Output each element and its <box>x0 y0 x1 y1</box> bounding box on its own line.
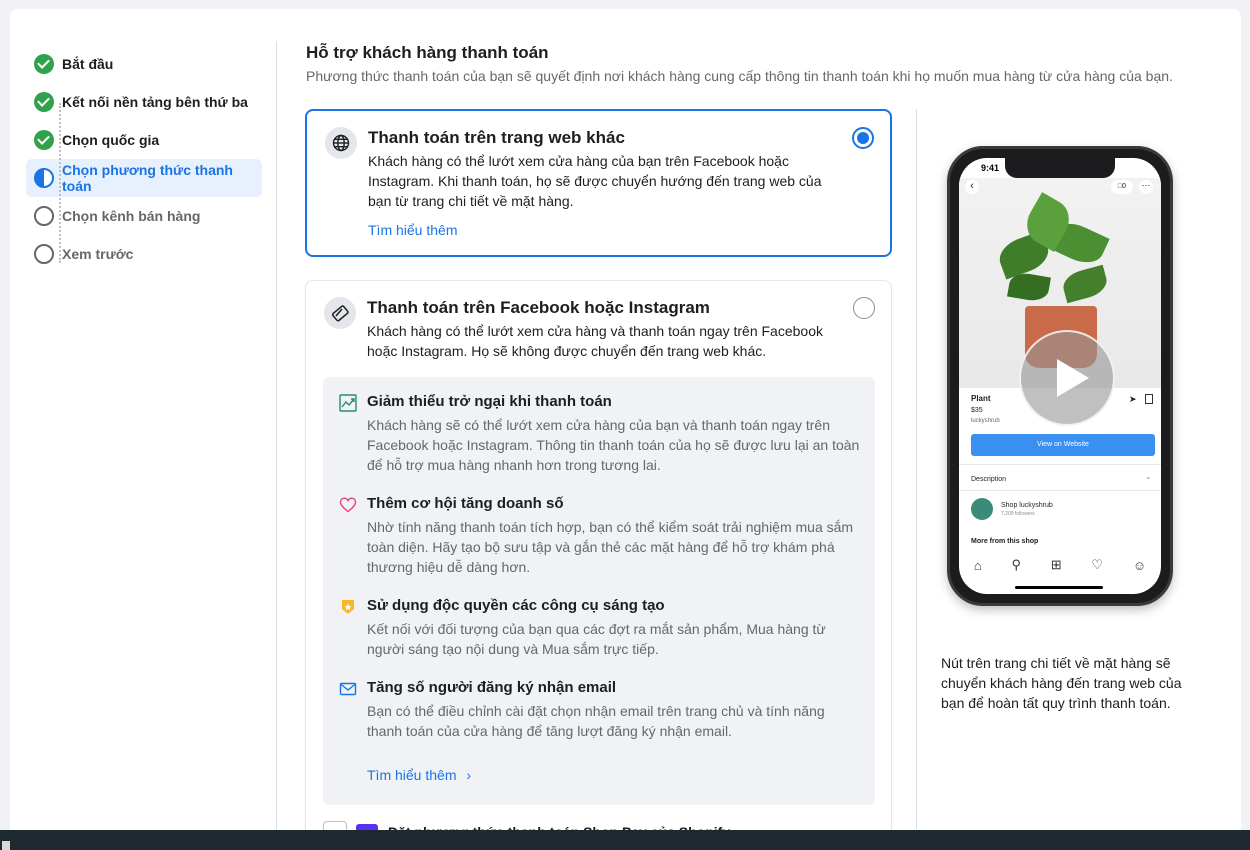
radio-unselected[interactable] <box>853 297 875 319</box>
option-title: Thanh toán trên Facebook hoặc Instagram <box>367 298 710 317</box>
shop-name: Shop luckyshrub <box>1001 502 1053 509</box>
benefit-description: Nhờ tính năng thanh toán tích hợp, bạn c… <box>367 519 854 575</box>
benefit-title: Giảm thiểu trở ngại khi thanh toán <box>367 393 612 410</box>
benefit-title: Tăng số người đăng ký nhận email <box>367 679 617 696</box>
home-icon: ⌂ <box>973 557 982 573</box>
heart-icon: ♡ <box>1091 557 1104 572</box>
check-circle-icon <box>34 130 54 150</box>
product-name: Plant <box>971 394 991 403</box>
setup-card: Bắt đầu Kết nối nền tảng bên thứ ba Chọn… <box>10 9 1241 850</box>
learn-more-label: Tìm hiểu thêm <box>367 767 457 783</box>
step-choose-sales-channel[interactable]: Chọn kênh bán hàng <box>26 197 262 235</box>
step-choose-country[interactable]: Chọn quốc gia <box>26 121 262 159</box>
preview-divider <box>916 109 917 829</box>
play-icon[interactable] <box>1019 330 1115 426</box>
step-preview[interactable]: Xem trước <box>26 235 262 273</box>
option-description: Khách hàng có thể lướt xem cửa hàng của … <box>368 153 822 209</box>
chevron-right-icon: › <box>466 767 472 783</box>
view-on-website-button[interactable]: View on Website <box>971 434 1155 456</box>
radio-selected[interactable] <box>852 127 874 149</box>
empty-circle-icon <box>34 244 54 264</box>
bookmark-icon <box>1145 394 1153 404</box>
back-icon: ‹ <box>965 180 979 194</box>
step-connect-third-party[interactable]: Kết nối nền tảng bên thứ ba <box>26 83 262 121</box>
benefits-panel: Giảm thiểu trở ngại khi thanh toán Khách… <box>323 377 875 805</box>
profile-icon: ☺ <box>1132 557 1147 573</box>
status-time: 9:41 <box>981 163 1000 173</box>
phone-screen: 9:41 ‹ □0 ⋯ Plant $35 luckyshrub ➤ View … <box>959 158 1161 594</box>
taskbar-app-icon[interactable] <box>2 841 10 850</box>
step-label: Chọn quốc gia <box>62 132 160 148</box>
step-label: Kết nối nền tảng bên thứ ba <box>62 94 248 110</box>
badge-icon <box>339 598 357 616</box>
add-icon: ⊞ <box>1050 557 1062 572</box>
taskbar <box>0 830 1250 850</box>
more-from-shop-label: More from this shop <box>971 538 1039 545</box>
more-icon: ⋯ <box>1139 180 1153 194</box>
home-indicator <box>1015 586 1103 589</box>
card-icon <box>324 297 356 329</box>
cart-count: 0 <box>1122 183 1127 190</box>
product-shop: luckyshrub <box>971 418 1000 424</box>
half-circle-icon <box>34 168 54 188</box>
step-label: Chọn phương thức thanh toán <box>62 162 233 194</box>
option-external-website[interactable]: Thanh toán trên trang web khác Khách hàn… <box>305 109 892 257</box>
page-title: Hỗ trợ khách hàng thanh toán <box>306 43 549 62</box>
benefit-title: Sử dụng độc quyền các công cụ sáng tạo <box>367 597 665 614</box>
step-label: Xem trước <box>62 246 134 262</box>
cart-icon: □0 <box>1111 180 1133 194</box>
trend-icon <box>339 394 357 412</box>
divider <box>959 490 1161 491</box>
leaf-shape <box>1007 270 1051 304</box>
step-label: Chọn kênh bán hàng <box>62 208 201 224</box>
page-header: Hỗ trợ khách hàng thanh toán Phương thức… <box>306 43 1206 84</box>
sidebar-divider <box>276 41 277 841</box>
heart-icon <box>339 496 357 514</box>
phone-notch <box>1005 158 1115 178</box>
setup-steps: Bắt đầu Kết nối nền tảng bên thứ ba Chọn… <box>26 45 262 273</box>
benefit-description: Kết nối với đối tượng của bạn qua các đợ… <box>367 621 826 657</box>
learn-more-link[interactable]: Tìm hiểu thêm <box>368 222 457 238</box>
option-facebook-instagram-checkout[interactable]: Thanh toán trên Facebook hoặc Instagram … <box>305 280 892 840</box>
learn-more-link[interactable]: Tìm hiểu thêm › <box>367 767 471 783</box>
chevron-down-icon: ⌄ <box>1145 472 1152 481</box>
option-description: Khách hàng có thể lướt xem cửa hàng và t… <box>367 323 823 359</box>
step-label: Bắt đầu <box>62 56 114 72</box>
shop-followers: 7,209 followers <box>1001 511 1035 517</box>
steps-connector <box>59 103 61 263</box>
bottom-nav: ⌂ ⚲ ⊞ ♡ ☺ <box>959 550 1161 580</box>
page-subtitle: Phương thức thanh toán của bạn sẽ quyết … <box>306 68 1173 84</box>
option-title: Thanh toán trên trang web khác <box>368 128 625 147</box>
step-start[interactable]: Bắt đầu <box>26 45 262 83</box>
step-choose-payment-method[interactable]: Chọn phương thức thanh toán <box>26 159 262 197</box>
shop-avatar <box>971 498 993 520</box>
benefit-title: Thêm cơ hội tăng doanh số <box>367 495 564 512</box>
check-circle-icon <box>34 92 54 112</box>
share-icon: ➤ <box>1129 394 1137 404</box>
benefit-description: Khách hàng sẽ có thể lướt xem cửa hàng c… <box>367 417 860 473</box>
preview-caption: Nút trên trang chi tiết về mặt hàng sẽ c… <box>941 655 1182 711</box>
divider <box>959 464 1161 465</box>
search-icon: ⚲ <box>1011 557 1022 572</box>
check-circle-icon <box>34 54 54 74</box>
phone-preview: 9:41 ‹ □0 ⋯ Plant $35 luckyshrub ➤ View … <box>947 146 1173 606</box>
product-price: $35 <box>971 407 983 414</box>
leaf-shape <box>1060 264 1110 304</box>
mail-icon <box>339 680 357 698</box>
description-label: Description <box>971 476 1007 483</box>
globe-icon <box>325 127 357 159</box>
benefit-description: Bạn có thể điều chỉnh cài đặt chọn nhận … <box>367 703 825 739</box>
empty-circle-icon <box>34 206 54 226</box>
